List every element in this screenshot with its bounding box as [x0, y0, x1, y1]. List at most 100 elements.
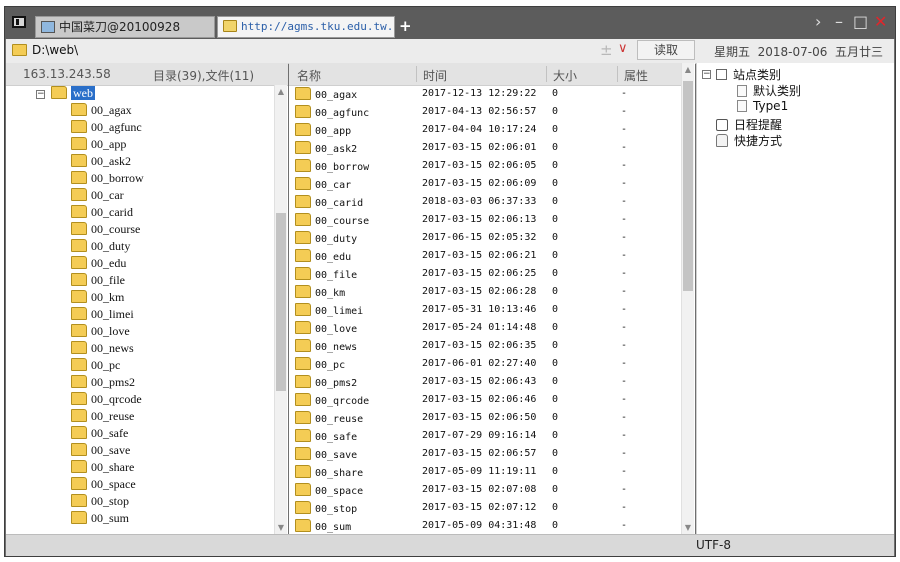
file-row[interactable]: 00_carid 2018-03-03 06:37:33 0 -	[289, 193, 681, 211]
file-row[interactable]: 00_km 2017-03-15 02:06:28 0 -	[289, 283, 681, 301]
tree-scrollbar[interactable]: ▲ ▼	[274, 85, 287, 534]
path-input[interactable]: D:\web\	[32, 43, 78, 57]
tree-folder-item[interactable]: 00_borrow	[71, 171, 144, 188]
file-size: 0	[552, 484, 559, 495]
file-row[interactable]: 00_save 2017-03-15 02:06:57 0 -	[289, 445, 681, 463]
file-row[interactable]: 00_agax 2017-12-13 12:29:22 0 -	[289, 85, 681, 103]
folder-icon	[71, 392, 87, 405]
app-menu-icon[interactable]	[12, 16, 26, 28]
file-row[interactable]: 00_file 2017-03-15 02:06:25 0 -	[289, 265, 681, 283]
tree-folder-item[interactable]: 00_reuse	[71, 409, 134, 426]
file-row[interactable]: 00_reuse 2017-03-15 02:06:50 0 -	[289, 409, 681, 427]
column-name[interactable]: 名称	[297, 67, 321, 84]
tree-folder-item[interactable]: 00_news	[71, 341, 134, 358]
tree-folder-item[interactable]: 00_duty	[71, 239, 130, 256]
category-type1[interactable]: Type1	[737, 99, 788, 113]
tree-folder-item[interactable]: 00_limei	[71, 307, 134, 324]
file-row[interactable]: 00_duty 2017-06-15 02:05:32 0 -	[289, 229, 681, 247]
file-row[interactable]: 00_love 2017-05-24 01:14:48 0 -	[289, 319, 681, 337]
file-size: 0	[552, 196, 559, 207]
column-divider[interactable]	[416, 66, 417, 82]
file-attr: -	[621, 196, 628, 207]
file-row[interactable]: 00_agfunc 2017-04-13 02:56:57 0 -	[289, 103, 681, 121]
tree-folder-item[interactable]: 00_share	[71, 460, 134, 477]
file-row[interactable]: 00_pc 2017-06-01 02:27:40 0 -	[289, 355, 681, 373]
tab-site[interactable]: http://agms.tku.edu.tw...	[217, 16, 395, 38]
path-dropdown-icon[interactable]: ∨	[618, 41, 628, 56]
folder-icon	[295, 141, 311, 154]
tree-folder-item[interactable]: 00_ask2	[71, 154, 131, 171]
tree-folder-item[interactable]: 00_file	[71, 273, 125, 290]
checkbox-icon[interactable]	[716, 69, 727, 80]
file-row[interactable]: 00_news 2017-03-15 02:06:35 0 -	[289, 337, 681, 355]
tree-folder-item[interactable]: 00_love	[71, 324, 130, 341]
file-row[interactable]: 00_edu 2017-03-15 02:06:21 0 -	[289, 247, 681, 265]
scroll-down-icon[interactable]: ▼	[682, 523, 694, 532]
tree-folder-item[interactable]: 00_space	[71, 477, 136, 494]
scroll-up-icon[interactable]: ▲	[682, 65, 694, 74]
file-name-cell: 00_file	[295, 267, 357, 281]
schedule-item[interactable]: 日程提醒	[716, 116, 782, 133]
folder-icon	[71, 205, 87, 218]
file-row[interactable]: 00_stop 2017-03-15 02:07:12 0 -	[289, 499, 681, 517]
file-row[interactable]: 00_sum 2017-05-09 04:31:48 0 -	[289, 517, 681, 534]
column-size[interactable]: 大小	[553, 67, 577, 84]
new-tab-button[interactable]: +	[399, 17, 412, 35]
column-divider[interactable]	[546, 66, 547, 82]
collapse-icon[interactable]: −	[36, 90, 45, 99]
read-button[interactable]: 读取	[637, 40, 695, 60]
file-row[interactable]: 00_ask2 2017-03-15 02:06:01 0 -	[289, 139, 681, 157]
tree-folder-item[interactable]: 00_course	[71, 222, 140, 239]
folder-icon	[295, 483, 311, 496]
file-row[interactable]: 00_share 2017-05-09 11:19:11 0 -	[289, 463, 681, 481]
tree-folder-item[interactable]: 00_car	[71, 188, 124, 205]
minimize-button[interactable]: –	[835, 13, 843, 31]
tree-folder-item[interactable]: 00_km	[71, 290, 124, 307]
add-bookmark-icon[interactable]: ±	[600, 41, 613, 59]
scroll-down-icon[interactable]: ▼	[275, 523, 287, 532]
file-row[interactable]: 00_borrow 2017-03-15 02:06:05 0 -	[289, 157, 681, 175]
file-name: 00_carid	[315, 198, 364, 209]
tree-folder-item[interactable]: 00_save	[71, 443, 130, 460]
scroll-up-icon[interactable]: ▲	[275, 87, 287, 96]
column-attr[interactable]: 属性	[624, 67, 648, 84]
file-row[interactable]: 00_qrcode 2017-03-15 02:06:46 0 -	[289, 391, 681, 409]
file-row[interactable]: 00_limei 2017-05-31 10:13:46 0 -	[289, 301, 681, 319]
file-row[interactable]: 00_course 2017-03-15 02:06:13 0 -	[289, 211, 681, 229]
tree-folder-item[interactable]: 00_agfunc	[71, 120, 142, 137]
file-row[interactable]: 00_car 2017-03-15 02:06:09 0 -	[289, 175, 681, 193]
chevron-right-icon[interactable]: ›	[815, 13, 821, 31]
column-time[interactable]: 时间	[423, 67, 447, 84]
tree-folder-item[interactable]: 00_pc	[71, 358, 120, 375]
list-scrollbar[interactable]: ▲ ▼	[681, 63, 694, 534]
tab-caidao[interactable]: 中国菜刀@20100928	[35, 16, 215, 38]
file-name-cell: 00_news	[295, 339, 357, 353]
maximize-button[interactable]: □	[853, 13, 868, 31]
tree-folder-item[interactable]: 00_safe	[71, 426, 128, 443]
file-name: 00_app	[315, 126, 352, 137]
category-default[interactable]: 默认类别	[737, 82, 801, 99]
file-attr: -	[621, 268, 628, 279]
category-root[interactable]: 站点类别	[716, 66, 781, 83]
tree-root[interactable]: web	[51, 86, 95, 103]
close-icon[interactable]: ✕	[874, 13, 887, 31]
tree-folder-item[interactable]: 00_pms2	[71, 375, 135, 392]
collapse-icon[interactable]: −	[702, 70, 711, 79]
tree-folder-item[interactable]: 00_qrcode	[71, 392, 142, 409]
column-divider[interactable]	[617, 66, 618, 82]
file-row[interactable]: 00_app 2017-04-04 10:17:24 0 -	[289, 121, 681, 139]
tree-folder-item[interactable]: 00_stop	[71, 494, 129, 511]
scroll-thumb[interactable]	[683, 81, 693, 291]
file-row[interactable]: 00_space 2017-03-15 02:07:08 0 -	[289, 481, 681, 499]
tree-folder-item[interactable]: 00_carid	[71, 205, 133, 222]
scroll-thumb[interactable]	[276, 213, 286, 391]
folder-icon	[71, 222, 87, 235]
shortcuts-item[interactable]: 快捷方式	[716, 132, 782, 149]
tree-folder-item[interactable]: 00_agax	[71, 103, 132, 120]
file-row[interactable]: 00_pms2 2017-03-15 02:06:43 0 -	[289, 373, 681, 391]
tree-folder-item[interactable]: 00_edu	[71, 256, 126, 273]
file-row[interactable]: 00_safe 2017-07-29 09:16:14 0 -	[289, 427, 681, 445]
status-bar: UTF-8	[6, 534, 894, 556]
tree-folder-item[interactable]: 00_app	[71, 137, 126, 154]
tree-folder-item[interactable]: 00_sum	[71, 511, 129, 528]
